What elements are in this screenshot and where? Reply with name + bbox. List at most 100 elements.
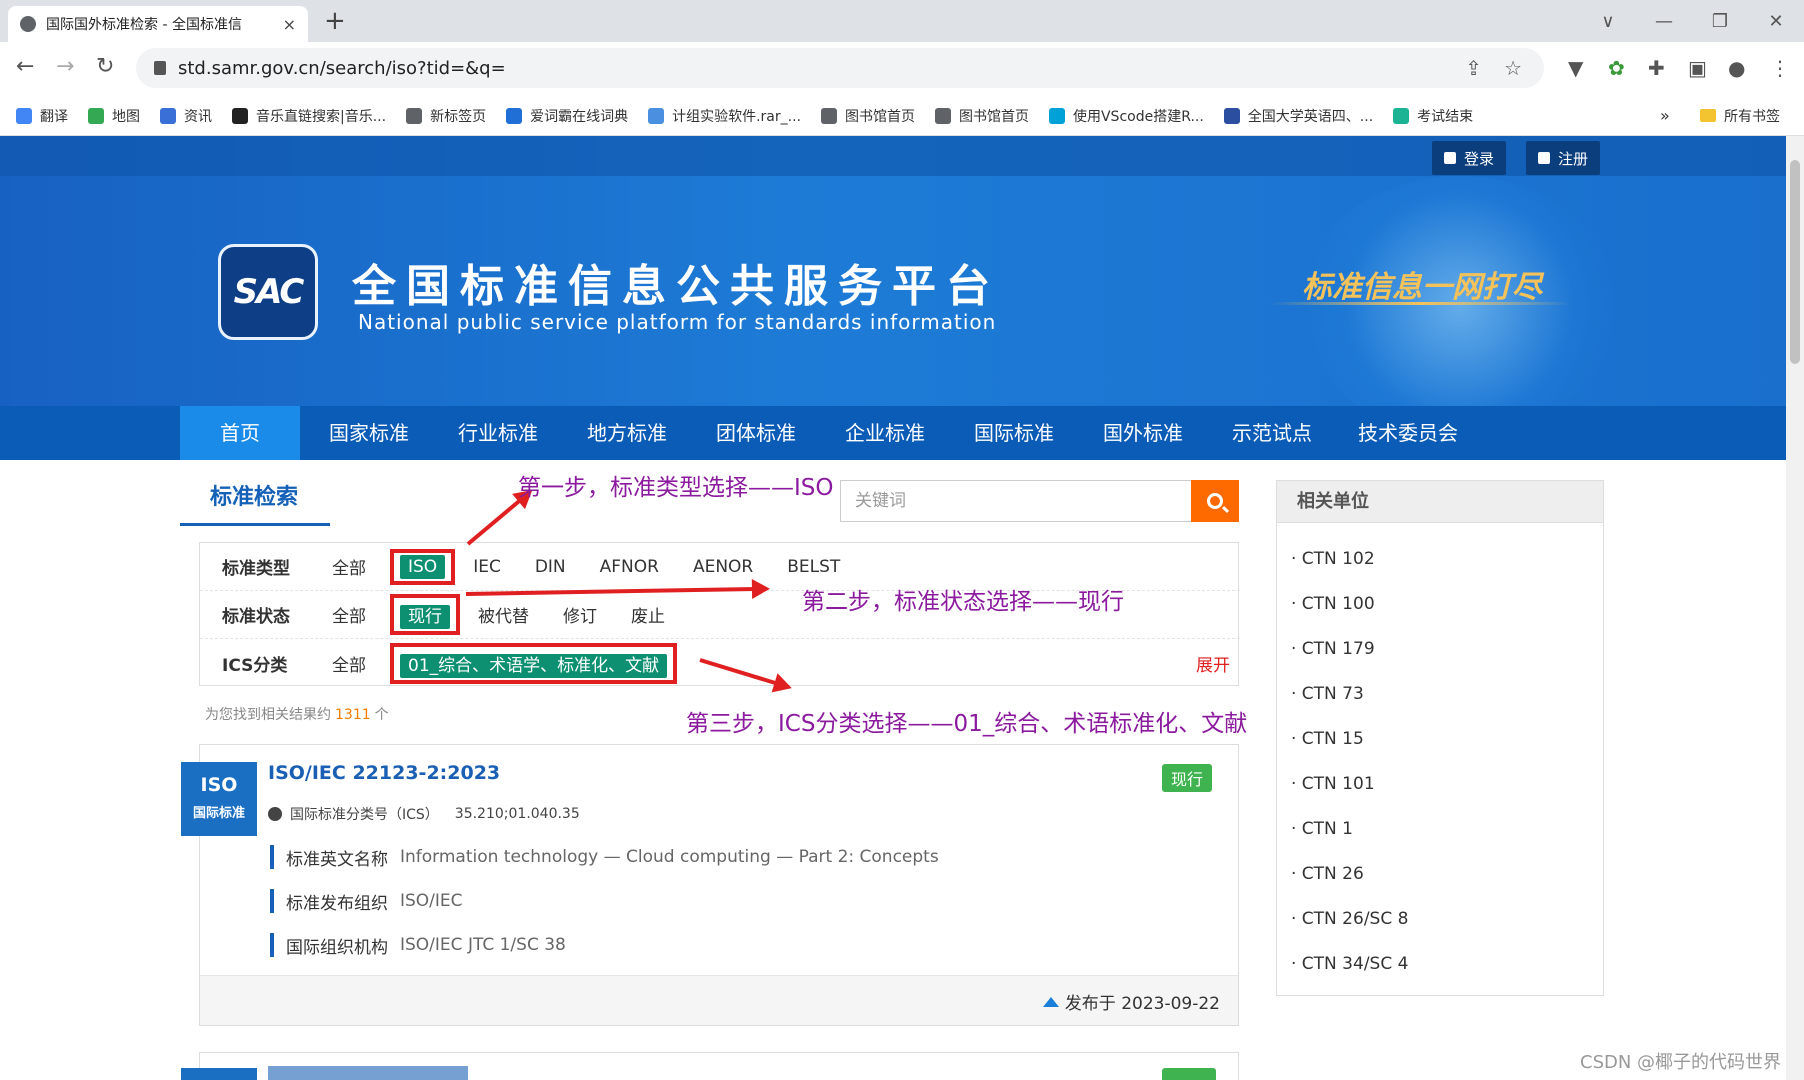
nav-national-standards[interactable]: 国家标准	[309, 406, 429, 460]
csdn-watermark: CSDN @椰子的代码世界	[1580, 1052, 1782, 1073]
bookmark-favicon-icon	[506, 107, 523, 124]
iso-badge-line1: ISO	[200, 774, 238, 796]
related-unit-link[interactable]: · CTN 26/SC 8	[1291, 909, 1408, 929]
url-text[interactable]: std.samr.gov.cn/search/iso?tid=&q=	[178, 58, 1465, 79]
nav-enterprise-standards[interactable]: 企业标准	[825, 406, 945, 460]
slogan-underline	[1270, 302, 1570, 305]
bookmark-item[interactable]: 计组实验软件.rar_...	[648, 106, 801, 126]
nav-pilot-demo[interactable]: 示范试点	[1212, 406, 1332, 460]
new-tab-button[interactable]: +	[324, 6, 346, 36]
ics-option-all[interactable]: 全部	[332, 651, 366, 676]
nav-local-standards[interactable]: 地方标准	[567, 406, 687, 460]
related-unit-link[interactable]: · CTN 34/SC 4	[1291, 954, 1408, 974]
scrollbar-thumb[interactable]	[1790, 160, 1800, 364]
nav-industry-standards[interactable]: 行业标准	[438, 406, 558, 460]
related-unit-link[interactable]: · CTN 73	[1291, 684, 1364, 704]
related-unit-link[interactable]: · CTN 100	[1291, 594, 1375, 614]
site-banner: 登录 注册 SAC 全国标准信息公共服务平台 National public s…	[0, 136, 1786, 406]
bookmark-item[interactable]: 爱词霸在线词典	[506, 106, 628, 126]
lock-icon[interactable]	[154, 61, 166, 75]
bookmark-item[interactable]: 翻译	[16, 106, 68, 126]
related-unit-link[interactable]: · CTN 26	[1291, 864, 1364, 884]
site-name-cn: 全国标准信息公共服务平台	[352, 261, 1000, 312]
browser-tab[interactable]: 国际国外标准检索 - 全国标准信 ×	[8, 6, 308, 42]
keyword-search-input[interactable]: 关键词	[840, 480, 1192, 522]
minimize-button[interactable]: —	[1636, 0, 1692, 42]
nav-group-standards[interactable]: 团体标准	[696, 406, 816, 460]
bookmark-item[interactable]: 资讯	[160, 106, 212, 126]
bookmark-item[interactable]: 考试结束	[1393, 106, 1473, 126]
ics-option-01[interactable]: 01_综合、术语学、标准化、文献	[400, 653, 668, 678]
extension-green-icon[interactable]: ✿	[1608, 56, 1625, 80]
related-unit-link[interactable]: · CTN 102	[1291, 549, 1375, 569]
status-option-revised[interactable]: 修订	[563, 602, 597, 627]
type-option-belst[interactable]: BELST	[787, 557, 840, 577]
nav-international-standards[interactable]: 国际标准	[954, 406, 1074, 460]
share-icon[interactable]: ⇪	[1465, 56, 1482, 80]
type-option-afnor[interactable]: AFNOR	[600, 557, 659, 577]
type-option-aenor[interactable]: AENOR	[693, 557, 753, 577]
bookmark-item[interactable]: 新标签页	[406, 106, 486, 126]
profile-avatar-icon[interactable]: ●	[1728, 56, 1745, 80]
highlight-box-ics: 01_综合、术语学、标准化、文献	[390, 642, 678, 684]
extension-v-icon[interactable]: ▼	[1568, 56, 1583, 80]
type-option-all[interactable]: 全部	[332, 554, 366, 579]
bookmark-item[interactable]: 图书馆首页	[934, 106, 1029, 126]
bookmark-item[interactable]: 全国大学英语四、...	[1223, 106, 1373, 126]
status-option-current[interactable]: 现行	[400, 605, 450, 629]
info-row-publisher: 标准发布组织 ISO/IEC	[270, 889, 463, 914]
bookmark-label: 音乐直链搜索|音乐...	[256, 108, 387, 125]
standard-title-link[interactable]: ISO/IEC 22123-2:2023	[268, 762, 500, 784]
status-option-all[interactable]: 全部	[332, 602, 366, 627]
type-option-iso[interactable]: ISO	[400, 554, 446, 579]
web-page: 登录 注册 SAC 全国标准信息公共服务平台 National public s…	[0, 136, 1786, 1080]
related-unit-link[interactable]: · CTN 15	[1291, 729, 1364, 749]
all-bookmarks-folder[interactable]: 所有书签	[1700, 106, 1780, 126]
bookmark-star-icon[interactable]: ☆	[1504, 56, 1522, 80]
browser-menu-icon[interactable]: ⋮	[1770, 56, 1790, 80]
sac-logo[interactable]: SAC	[218, 244, 318, 340]
tab-strip: 国际国外标准检索 - 全国标准信 × + ∨ — ❐ ✕	[0, 0, 1804, 42]
related-unit-link[interactable]: · CTN 179	[1291, 639, 1375, 659]
bookmark-label: 考试结束	[1417, 108, 1474, 125]
tab-search-icon[interactable]: ∨	[1580, 0, 1636, 42]
register-button[interactable]: 注册	[1526, 141, 1601, 175]
related-unit-link[interactable]: · CTN 1	[1291, 819, 1353, 839]
browser-toolbar: ← → ↻ std.samr.gov.cn/search/iso?tid=&q=…	[0, 42, 1804, 96]
nav-home[interactable]: 首页	[180, 406, 300, 460]
login-button[interactable]: 登录	[1432, 141, 1507, 175]
tab-standard-search[interactable]: 标准检索	[180, 476, 330, 526]
close-window-button[interactable]: ✕	[1748, 0, 1804, 42]
standard-title-next[interactable]	[268, 1066, 468, 1080]
address-bar[interactable]: std.samr.gov.cn/search/iso?tid=&q= ⇪ ☆	[136, 48, 1544, 88]
back-icon[interactable]: ←	[16, 54, 34, 79]
bookmark-item[interactable]: 地图	[88, 106, 140, 126]
status-option-abolished[interactable]: 废止	[631, 602, 665, 627]
bookmark-item[interactable]: 使用VScode搭建R...	[1048, 106, 1204, 126]
forward-icon[interactable]: →	[56, 54, 74, 79]
related-unit-link[interactable]: · CTN 101	[1291, 774, 1375, 794]
bookmark-favicon-icon	[88, 107, 104, 124]
nav-foreign-standards[interactable]: 国外标准	[1083, 406, 1203, 460]
type-option-iec[interactable]: IEC	[473, 557, 501, 577]
bookmark-label: 翻译	[40, 108, 68, 125]
reload-icon[interactable]: ↻	[96, 54, 114, 79]
restore-button[interactable]: ❐	[1692, 0, 1748, 42]
lock-icon	[1444, 152, 1456, 164]
bookmarks-bar: 翻译 地图 资讯 音乐直链搜索|音乐... 新标签页 爱词霸在线词典 计组实验软件.rar_…	[0, 96, 1804, 136]
status-option-replaced[interactable]: 被代替	[478, 602, 529, 627]
all-bookmarks-label: 所有书签	[1724, 108, 1780, 125]
annotation-step3: 第三步，ICS分类选择——01_综合、术语标准化、文献	[686, 711, 1248, 737]
side-panel-icon[interactable]: ▣	[1688, 56, 1707, 80]
nav-technical-committee[interactable]: 技术委员会	[1338, 406, 1478, 460]
expand-link[interactable]: 展开	[1196, 651, 1230, 676]
bookmark-item[interactable]: 音乐直链搜索|音乐...	[232, 106, 386, 126]
page-scrollbar[interactable]	[1786, 136, 1804, 1080]
close-icon[interactable]: ×	[283, 15, 296, 34]
bookmarks-overflow-button[interactable]: »	[1660, 106, 1670, 125]
info-value: Information technology — Cloud computing…	[400, 847, 939, 867]
extensions-puzzle-icon[interactable]: ✚	[1648, 56, 1665, 80]
type-option-din[interactable]: DIN	[535, 557, 566, 577]
search-button[interactable]	[1191, 480, 1239, 522]
bookmark-item[interactable]: 图书馆首页	[820, 106, 915, 126]
